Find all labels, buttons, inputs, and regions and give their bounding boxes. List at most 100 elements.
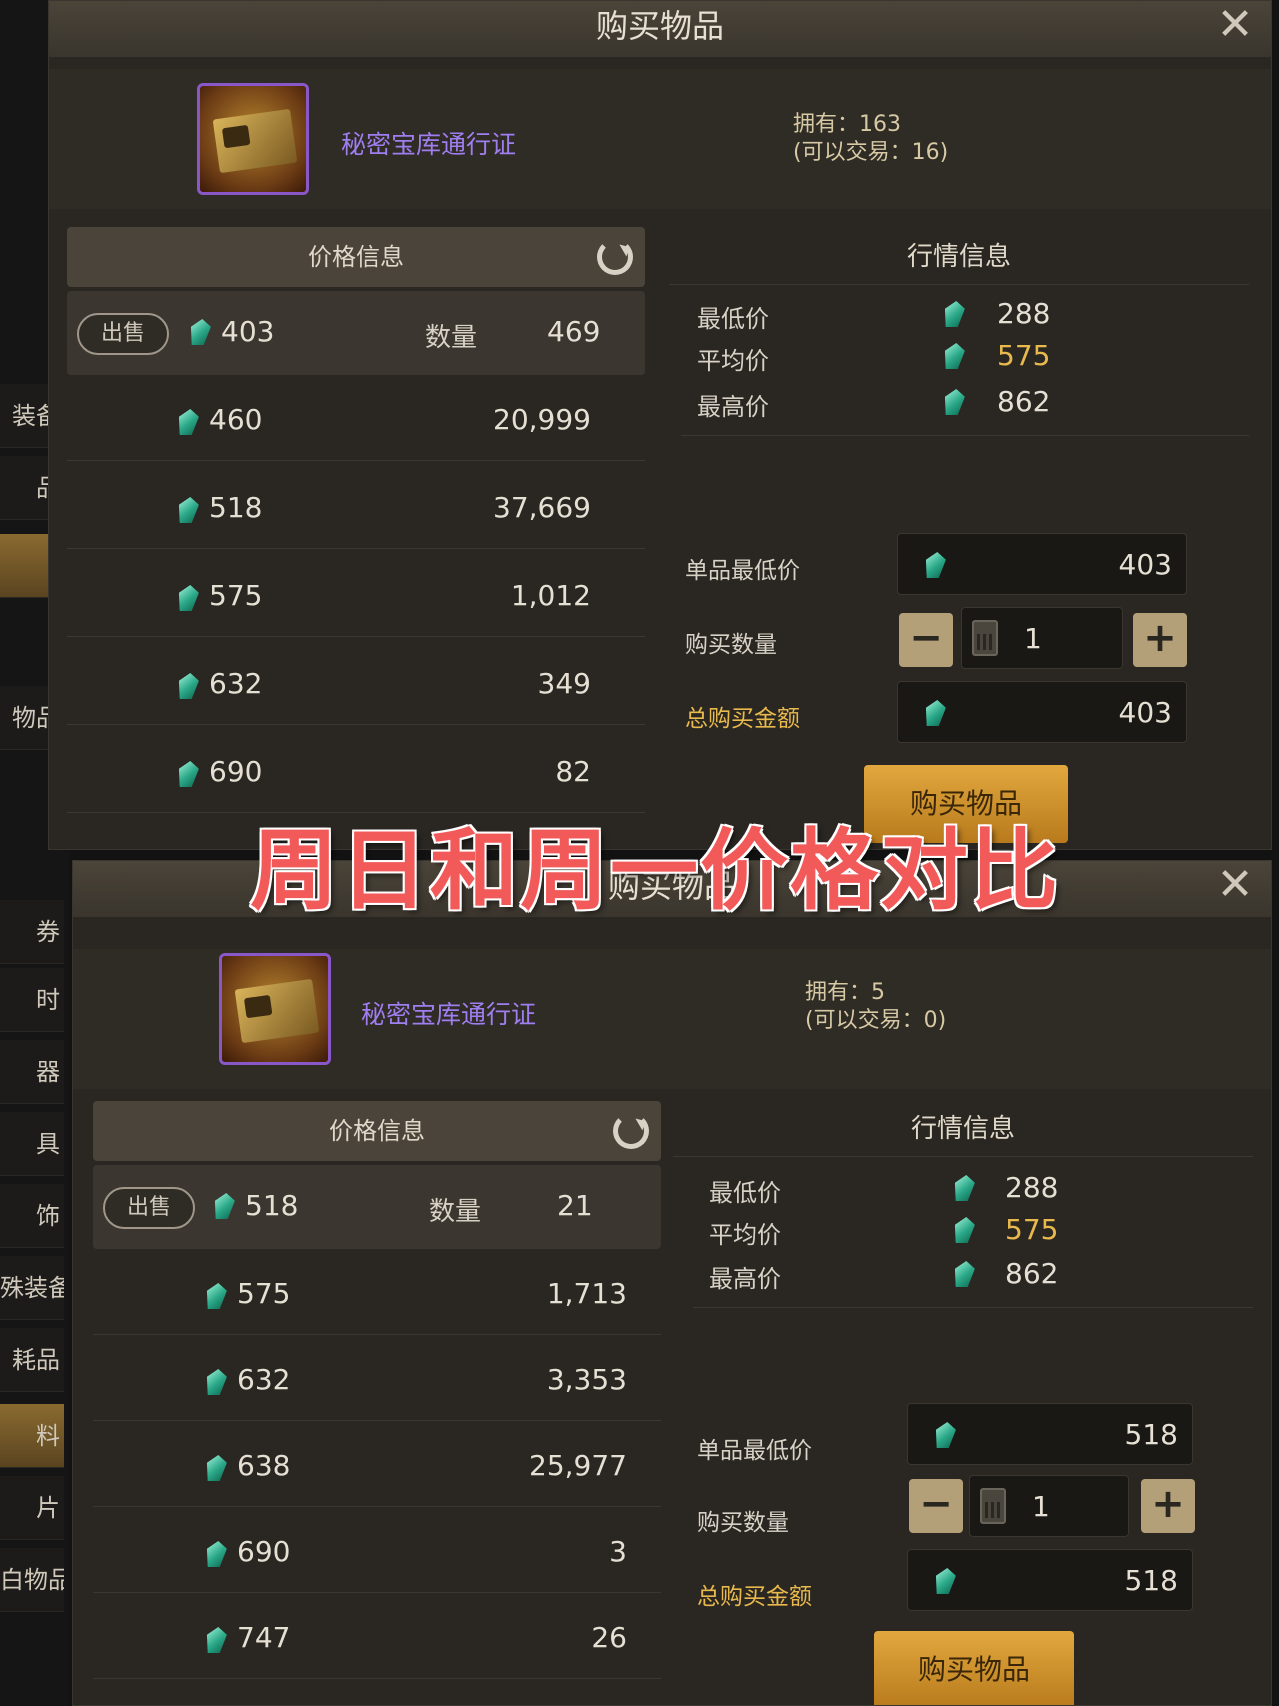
- buy-quantity-label: 购买数量: [697, 1510, 789, 1536]
- sell-button[interactable]: 出售: [103, 1187, 195, 1229]
- current-listing-row[interactable]: 出售 403 数量 469: [67, 291, 645, 375]
- listing-price: 632: [237, 1363, 291, 1396]
- decrement-button[interactable]: −: [899, 613, 953, 667]
- listing-row[interactable]: 460 20,999: [67, 381, 645, 461]
- sidebar-item[interactable]: 白物品: [0, 1548, 64, 1612]
- sidebar-item[interactable]: 饰: [0, 1184, 64, 1248]
- buy-quantity-label: 购买数量: [685, 632, 777, 658]
- listing-quantity: 20,999: [493, 403, 591, 436]
- gem-icon: [941, 297, 967, 331]
- quantity-input[interactable]: 1: [969, 1475, 1129, 1537]
- decrement-button[interactable]: −: [909, 1479, 963, 1533]
- item-name: 秘密宝库通行证: [341, 130, 517, 159]
- increment-button[interactable]: +: [1141, 1479, 1195, 1533]
- total-amount-field: 403: [897, 681, 1187, 743]
- avg-price-label: 平均价: [697, 347, 769, 375]
- sell-button[interactable]: 出售: [77, 313, 169, 355]
- listing-row[interactable]: 638 25,977: [93, 1427, 661, 1507]
- total-amount-value: 518: [1124, 1564, 1178, 1597]
- gem-icon: [175, 493, 201, 527]
- listing-quantity: 37,669: [493, 491, 591, 524]
- refresh-icon[interactable]: [597, 239, 633, 275]
- listing-quantity: 25,977: [529, 1449, 627, 1482]
- quantity-input[interactable]: 1: [961, 607, 1123, 669]
- listing-price: 690: [237, 1535, 291, 1568]
- item-info-row: 秘密宝库通行证 拥有：163 (可以交易：16): [49, 69, 1271, 209]
- listing-quantity: 21: [557, 1189, 593, 1222]
- total-amount-value: 403: [1118, 696, 1172, 729]
- gem-icon: [932, 1564, 958, 1598]
- listing-quantity: 3,353: [546, 1363, 627, 1396]
- max-price-label: 最高价: [709, 1265, 781, 1293]
- calculator-icon[interactable]: [972, 620, 998, 656]
- listing-price: 403: [221, 315, 275, 348]
- listing-quantity: 26: [591, 1621, 627, 1654]
- listing-quantity: 3: [609, 1535, 627, 1568]
- listing-price: 518: [209, 491, 263, 524]
- unit-min-price-value: 403: [1118, 548, 1172, 581]
- gem-icon: [951, 1171, 977, 1205]
- sidebar-item[interactable]: 殊装备: [0, 1256, 64, 1320]
- gem-icon: [187, 315, 213, 349]
- avg-price-label: 平均价: [709, 1221, 781, 1249]
- gem-icon: [203, 1279, 229, 1313]
- min-price-value: 288: [997, 297, 1051, 330]
- sidebar-item[interactable]: 片: [0, 1476, 64, 1540]
- listing-row[interactable]: 632 349: [67, 645, 645, 725]
- gem-icon: [951, 1257, 977, 1291]
- divider: [681, 435, 1249, 436]
- calculator-icon[interactable]: [980, 1488, 1006, 1524]
- close-icon[interactable]: ✕: [1213, 863, 1257, 909]
- listing-price: 690: [209, 755, 263, 788]
- sidebar-item[interactable]: 器: [0, 1040, 64, 1104]
- vault-pass-icon[interactable]: [219, 953, 331, 1065]
- listing-quantity: 1,012: [510, 579, 591, 612]
- listing-row[interactable]: 575 1,713: [93, 1255, 661, 1335]
- gem-icon: [175, 405, 201, 439]
- listing-row[interactable]: 518 37,669: [67, 469, 645, 549]
- owned-count: 拥有：163: [793, 112, 901, 137]
- gem-icon: [175, 669, 201, 703]
- gem-icon: [932, 1418, 958, 1452]
- listing-quantity: 469: [547, 315, 601, 348]
- gem-icon: [922, 548, 948, 582]
- refresh-icon[interactable]: [613, 1113, 649, 1149]
- market-info-header: 行情信息: [673, 1101, 1253, 1157]
- gem-icon: [203, 1623, 229, 1657]
- sidebar-item[interactable]: 具: [0, 1112, 64, 1176]
- total-amount-label: 总购买金额: [697, 1584, 812, 1610]
- listing-row[interactable]: 747 26: [93, 1599, 661, 1679]
- sidebar-item[interactable]: 耗品: [0, 1328, 64, 1392]
- listing-price: 632: [209, 667, 263, 700]
- sidebar-item[interactable]: 时: [0, 968, 64, 1032]
- gem-icon: [211, 1189, 237, 1223]
- increment-button[interactable]: +: [1133, 613, 1187, 667]
- listing-row[interactable]: 632 3,353: [93, 1341, 661, 1421]
- max-price-value: 862: [1005, 1257, 1059, 1290]
- min-price-label: 最低价: [709, 1179, 781, 1207]
- price-info-title: 价格信息: [308, 243, 404, 271]
- gem-icon: [951, 1213, 977, 1247]
- gem-icon: [922, 696, 948, 730]
- avg-price-value: 575: [1005, 1213, 1059, 1246]
- listing-price: 518: [245, 1189, 299, 1222]
- listing-quantity: 82: [555, 755, 591, 788]
- listing-price: 747: [237, 1621, 291, 1654]
- vault-pass-icon[interactable]: [197, 83, 309, 195]
- close-icon[interactable]: ✕: [1213, 3, 1257, 49]
- quantity-value: 1: [1032, 1490, 1050, 1523]
- listing-row[interactable]: 575 1,012: [67, 557, 645, 637]
- overlay-caption: 周日和周一价格对比: [248, 818, 1061, 924]
- price-info-header: 价格信息: [93, 1101, 661, 1161]
- listing-row[interactable]: 690 3: [93, 1513, 661, 1593]
- total-amount-label: 总购买金额: [685, 706, 800, 732]
- gem-icon: [175, 581, 201, 615]
- current-listing-row[interactable]: 出售 518 数量 21: [93, 1165, 661, 1249]
- gem-icon: [175, 757, 201, 791]
- sidebar-item[interactable]: 券: [0, 900, 64, 964]
- buy-item-button[interactable]: 购买物品: [874, 1631, 1074, 1705]
- price-info-header: 价格信息: [67, 227, 645, 287]
- sidebar-item-selected[interactable]: 料: [0, 1404, 64, 1468]
- total-amount-field: 518: [907, 1549, 1193, 1611]
- listing-price: 575: [237, 1277, 291, 1310]
